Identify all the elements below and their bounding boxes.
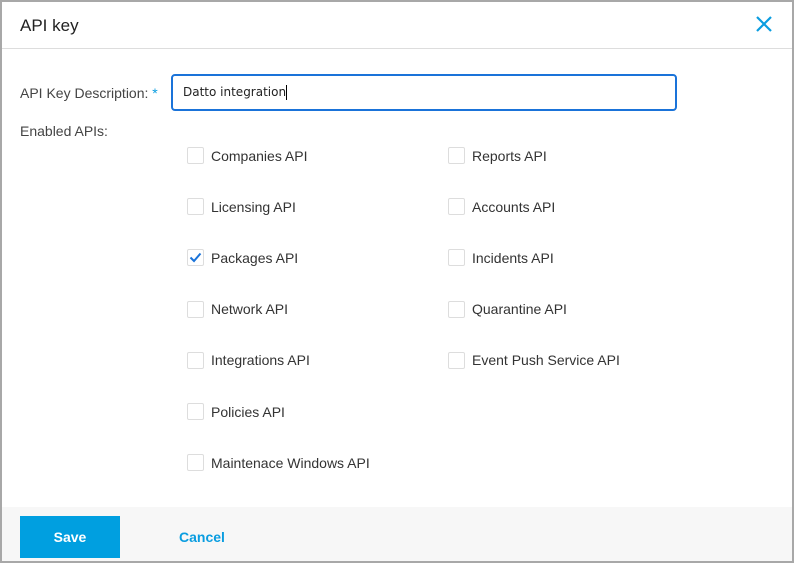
checkbox-unchecked[interactable] [187, 198, 204, 216]
dialog-title: API key [20, 16, 79, 35]
description-input[interactable]: Datto integration [171, 74, 677, 111]
dialog-header: API key [2, 2, 792, 49]
api-label: Event Push Service API [472, 352, 620, 369]
checkbox-checked[interactable] [187, 249, 204, 267]
checkbox-unchecked[interactable] [448, 147, 465, 164]
api-checkbox-licensing-api[interactable]: Licensing API [187, 198, 296, 216]
checkmark-icon [189, 253, 202, 263]
api-checkbox-integrations-api[interactable]: Integrations API [187, 351, 310, 369]
api-checkbox-quarantine-api[interactable]: Quarantine API [448, 300, 567, 318]
api-checkbox-reports-api[interactable]: Reports API [448, 147, 547, 164]
checkbox-unchecked[interactable] [187, 147, 204, 164]
api-checkbox-packages-api[interactable]: Packages API [187, 249, 299, 267]
text-caret [286, 85, 288, 100]
api-key-dialog: API key API Key Description: * Datto int… [0, 0, 794, 563]
checkbox-unchecked[interactable] [448, 198, 465, 216]
api-label: Accounts API [472, 198, 556, 215]
dialog-footer: Save Cancel [2, 507, 792, 561]
api-label: Packages API [211, 249, 299, 266]
description-label-text: API Key Description: [20, 85, 149, 101]
checkbox-unchecked[interactable] [448, 300, 465, 318]
checkbox-unchecked[interactable] [187, 403, 204, 420]
save-button[interactable]: Save [20, 516, 120, 558]
api-checkbox-incidents-api[interactable]: Incidents API [448, 249, 554, 267]
api-label: Network API [211, 301, 289, 318]
api-label: Companies API [211, 147, 308, 164]
checkbox-unchecked[interactable] [187, 454, 204, 472]
api-label: Licensing API [211, 198, 296, 215]
api-label: Maintenace Windows API [211, 454, 370, 471]
checkbox-unchecked[interactable] [187, 351, 204, 369]
required-mark: * [152, 85, 158, 101]
api-checkbox-companies-api[interactable]: Companies API [187, 147, 308, 164]
api-checkbox-policies-api[interactable]: Policies API [187, 403, 285, 420]
api-label: Reports API [472, 147, 547, 164]
api-label: Integrations API [211, 352, 310, 369]
api-checkbox-event-push-service-api[interactable]: Event Push Service API [448, 351, 620, 369]
checkbox-unchecked[interactable] [448, 351, 465, 369]
checkbox-unchecked[interactable] [187, 300, 204, 318]
cancel-button[interactable]: Cancel [152, 516, 252, 558]
api-checkbox-accounts-api[interactable]: Accounts API [448, 198, 556, 216]
description-label: API Key Description: * [20, 85, 158, 101]
enabled-apis-label: Enabled APIs: [20, 123, 108, 139]
api-checkbox-maintenace-windows-api[interactable]: Maintenace Windows API [187, 454, 370, 472]
api-label: Incidents API [472, 249, 554, 266]
description-value: Datto integration [183, 85, 287, 99]
api-label: Policies API [211, 403, 285, 420]
api-label: Quarantine API [472, 301, 567, 318]
close-icon[interactable] [754, 14, 774, 34]
checkbox-unchecked[interactable] [448, 249, 465, 267]
api-checkbox-network-api[interactable]: Network API [187, 300, 289, 318]
